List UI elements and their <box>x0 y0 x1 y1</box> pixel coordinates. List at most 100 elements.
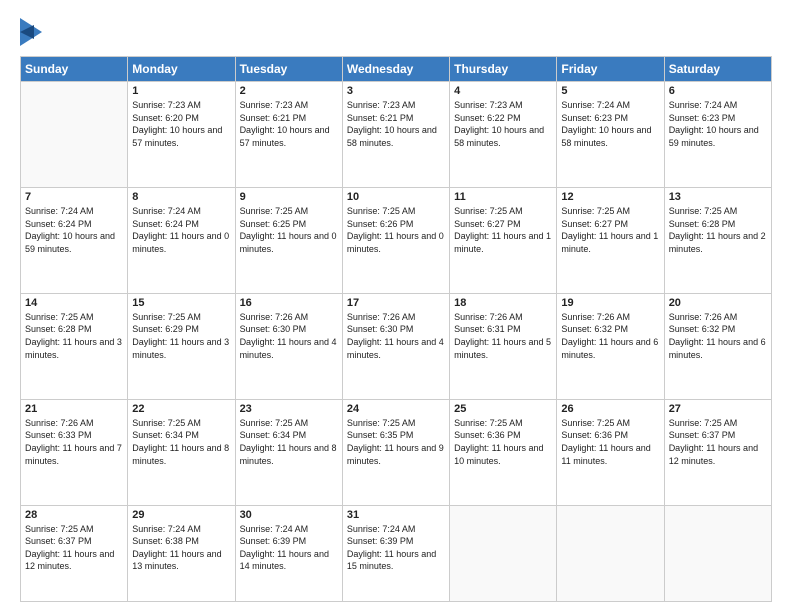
day-number: 25 <box>454 403 552 415</box>
day-number: 9 <box>240 191 338 203</box>
calendar-cell: 28 Sunrise: 7:25 AM Sunset: 6:37 PM Dayli… <box>21 505 128 601</box>
day-number: 30 <box>240 509 338 521</box>
calendar-cell: 16 Sunrise: 7:26 AM Sunset: 6:30 PM Dayli… <box>235 293 342 399</box>
day-info: Sunrise: 7:25 AM Sunset: 6:28 PM Dayligh… <box>669 205 767 255</box>
calendar-header-sunday: Sunday <box>21 57 128 82</box>
day-number: 8 <box>132 191 230 203</box>
calendar-cell: 12 Sunrise: 7:25 AM Sunset: 6:27 PM Dayli… <box>557 187 664 293</box>
calendar-cell <box>557 505 664 601</box>
calendar-header-thursday: Thursday <box>450 57 557 82</box>
day-number: 14 <box>25 297 123 309</box>
logo-icon <box>20 18 42 46</box>
day-info: Sunrise: 7:25 AM Sunset: 6:36 PM Dayligh… <box>454 417 552 467</box>
day-number: 2 <box>240 85 338 97</box>
calendar-cell <box>450 505 557 601</box>
day-info: Sunrise: 7:24 AM Sunset: 6:23 PM Dayligh… <box>669 99 767 149</box>
day-info: Sunrise: 7:24 AM Sunset: 6:24 PM Dayligh… <box>25 205 123 255</box>
calendar-cell: 27Sunrise: 7:25 AM Sunset: 6:37 PM Dayli… <box>664 399 771 505</box>
logo <box>20 18 46 46</box>
day-info: Sunrise: 7:24 AM Sunset: 6:39 PM Dayligh… <box>347 523 445 573</box>
day-info: Sunrise: 7:23 AM Sunset: 6:21 PM Dayligh… <box>347 99 445 149</box>
day-info: Sunrise: 7:23 AM Sunset: 6:21 PM Dayligh… <box>240 99 338 149</box>
day-info: Sunrise: 7:25 AM Sunset: 6:27 PM Dayligh… <box>454 205 552 255</box>
calendar-cell: 4 Sunrise: 7:23 AM Sunset: 6:22 PM Daylig… <box>450 82 557 188</box>
calendar-week-4: 21 Sunrise: 7:26 AM Sunset: 6:33 PM Dayli… <box>21 399 772 505</box>
day-number: 13 <box>669 191 767 203</box>
day-number: 29 <box>132 509 230 521</box>
day-number: 17 <box>347 297 445 309</box>
calendar-header-friday: Friday <box>557 57 664 82</box>
day-number: 20 <box>669 297 767 309</box>
day-number: 28 <box>25 509 123 521</box>
calendar-header-row: SundayMondayTuesdayWednesdayThursdayFrid… <box>21 57 772 82</box>
day-number: 27 <box>669 403 767 415</box>
calendar-cell <box>664 505 771 601</box>
day-number: 6 <box>669 85 767 97</box>
day-info: Sunrise: 7:25 AM Sunset: 6:28 PM Dayligh… <box>25 311 123 361</box>
calendar-week-1: 1Sunrise: 7:23 AM Sunset: 6:20 PM Daylig… <box>21 82 772 188</box>
calendar-table: SundayMondayTuesdayWednesdayThursdayFrid… <box>20 56 772 602</box>
calendar-week-5: 28 Sunrise: 7:25 AM Sunset: 6:37 PM Dayli… <box>21 505 772 601</box>
day-info: Sunrise: 7:23 AM Sunset: 6:22 PM Dayligh… <box>454 99 552 149</box>
calendar-cell: 15 Sunrise: 7:25 AM Sunset: 6:29 PM Dayli… <box>128 293 235 399</box>
calendar-cell: 8 Sunrise: 7:24 AM Sunset: 6:24 PM Daylig… <box>128 187 235 293</box>
calendar-header-tuesday: Tuesday <box>235 57 342 82</box>
calendar-cell: 22 Sunrise: 7:25 AM Sunset: 6:34 PM Dayli… <box>128 399 235 505</box>
day-info: Sunrise: 7:25 AM Sunset: 6:25 PM Dayligh… <box>240 205 338 255</box>
day-number: 12 <box>561 191 659 203</box>
day-number: 26 <box>561 403 659 415</box>
calendar-cell: 13 Sunrise: 7:25 AM Sunset: 6:28 PM Dayli… <box>664 187 771 293</box>
day-info: Sunrise: 7:24 AM Sunset: 6:39 PM Dayligh… <box>240 523 338 573</box>
day-number: 10 <box>347 191 445 203</box>
day-info: Sunrise: 7:25 AM Sunset: 6:26 PM Dayligh… <box>347 205 445 255</box>
calendar-cell: 29 Sunrise: 7:24 AM Sunset: 6:38 PM Dayli… <box>128 505 235 601</box>
calendar-cell: 18Sunrise: 7:26 AM Sunset: 6:31 PM Dayli… <box>450 293 557 399</box>
calendar-week-3: 14 Sunrise: 7:25 AM Sunset: 6:28 PM Dayli… <box>21 293 772 399</box>
day-info: Sunrise: 7:26 AM Sunset: 6:30 PM Dayligh… <box>240 311 338 361</box>
calendar-cell: 23Sunrise: 7:25 AM Sunset: 6:34 PM Dayli… <box>235 399 342 505</box>
day-number: 5 <box>561 85 659 97</box>
day-info: Sunrise: 7:25 AM Sunset: 6:29 PM Dayligh… <box>132 311 230 361</box>
calendar-header-wednesday: Wednesday <box>342 57 449 82</box>
calendar-cell: 17 Sunrise: 7:26 AM Sunset: 6:30 PM Dayli… <box>342 293 449 399</box>
day-info: Sunrise: 7:26 AM Sunset: 6:32 PM Dayligh… <box>561 311 659 361</box>
calendar-header-monday: Monday <box>128 57 235 82</box>
calendar-cell: 5 Sunrise: 7:24 AM Sunset: 6:23 PM Daylig… <box>557 82 664 188</box>
day-number: 16 <box>240 297 338 309</box>
day-info: Sunrise: 7:23 AM Sunset: 6:20 PM Dayligh… <box>132 99 230 149</box>
day-info: Sunrise: 7:24 AM Sunset: 6:38 PM Dayligh… <box>132 523 230 573</box>
calendar-cell: 20 Sunrise: 7:26 AM Sunset: 6:32 PM Dayli… <box>664 293 771 399</box>
day-info: Sunrise: 7:25 AM Sunset: 6:37 PM Dayligh… <box>25 523 123 573</box>
day-number: 22 <box>132 403 230 415</box>
day-info: Sunrise: 7:26 AM Sunset: 6:31 PM Dayligh… <box>454 311 552 361</box>
day-info: Sunrise: 7:26 AM Sunset: 6:32 PM Dayligh… <box>669 311 767 361</box>
calendar-week-2: 7Sunrise: 7:24 AM Sunset: 6:24 PM Daylig… <box>21 187 772 293</box>
calendar-cell: 3 Sunrise: 7:23 AM Sunset: 6:21 PM Daylig… <box>342 82 449 188</box>
calendar-cell: 26 Sunrise: 7:25 AM Sunset: 6:36 PM Dayli… <box>557 399 664 505</box>
day-info: Sunrise: 7:24 AM Sunset: 6:23 PM Dayligh… <box>561 99 659 149</box>
day-info: Sunrise: 7:24 AM Sunset: 6:24 PM Dayligh… <box>132 205 230 255</box>
calendar-cell: 9 Sunrise: 7:25 AM Sunset: 6:25 PM Daylig… <box>235 187 342 293</box>
day-number: 4 <box>454 85 552 97</box>
calendar-cell: 24Sunrise: 7:25 AM Sunset: 6:35 PM Dayli… <box>342 399 449 505</box>
day-number: 3 <box>347 85 445 97</box>
day-info: Sunrise: 7:25 AM Sunset: 6:34 PM Dayligh… <box>240 417 338 467</box>
day-number: 11 <box>454 191 552 203</box>
calendar-cell: 31 Sunrise: 7:24 AM Sunset: 6:39 PM Dayli… <box>342 505 449 601</box>
header <box>20 18 772 46</box>
day-info: Sunrise: 7:25 AM Sunset: 6:36 PM Dayligh… <box>561 417 659 467</box>
day-number: 31 <box>347 509 445 521</box>
day-info: Sunrise: 7:25 AM Sunset: 6:34 PM Dayligh… <box>132 417 230 467</box>
calendar-cell <box>21 82 128 188</box>
day-info: Sunrise: 7:26 AM Sunset: 6:33 PM Dayligh… <box>25 417 123 467</box>
day-number: 24 <box>347 403 445 415</box>
day-number: 15 <box>132 297 230 309</box>
calendar-cell: 14 Sunrise: 7:25 AM Sunset: 6:28 PM Dayli… <box>21 293 128 399</box>
day-info: Sunrise: 7:26 AM Sunset: 6:30 PM Dayligh… <box>347 311 445 361</box>
calendar-cell: 2 Sunrise: 7:23 AM Sunset: 6:21 PM Daylig… <box>235 82 342 188</box>
calendar-cell: 7Sunrise: 7:24 AM Sunset: 6:24 PM Daylig… <box>21 187 128 293</box>
day-number: 21 <box>25 403 123 415</box>
day-info: Sunrise: 7:25 AM Sunset: 6:27 PM Dayligh… <box>561 205 659 255</box>
day-number: 19 <box>561 297 659 309</box>
calendar-cell: 11 Sunrise: 7:25 AM Sunset: 6:27 PM Dayli… <box>450 187 557 293</box>
